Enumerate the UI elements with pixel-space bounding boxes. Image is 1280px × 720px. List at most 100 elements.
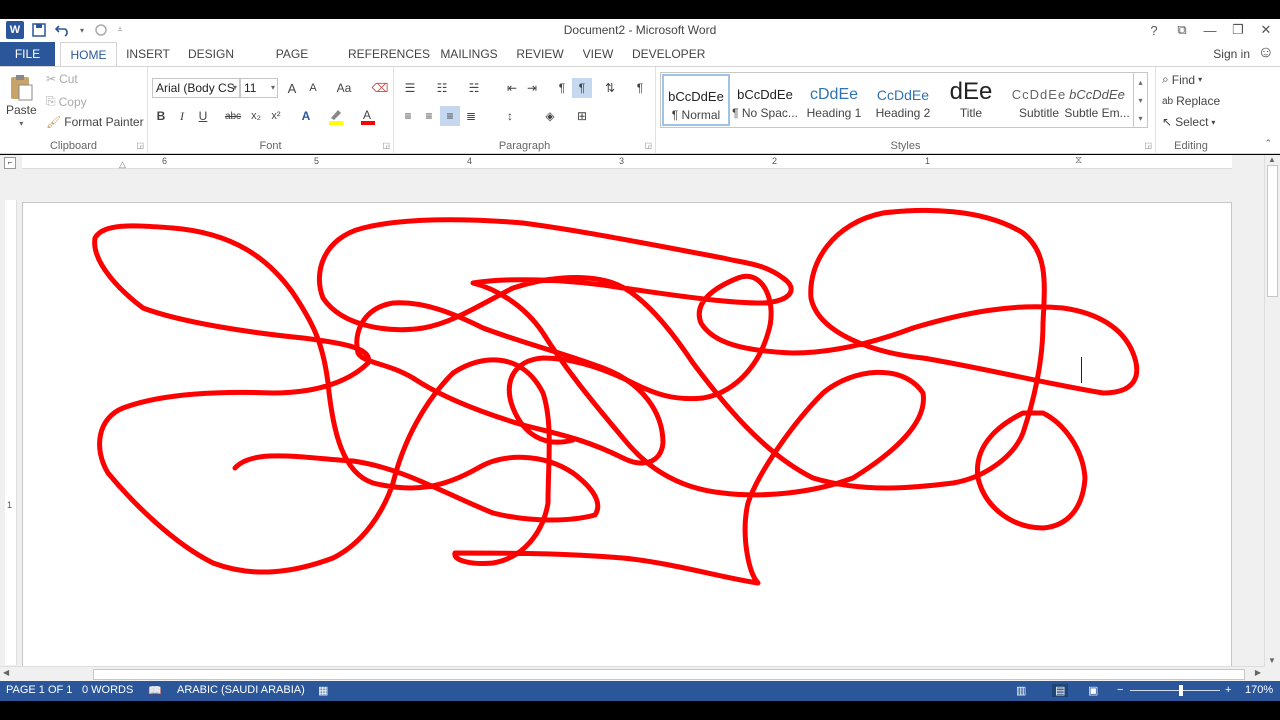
clipboard-launcher-icon[interactable]: ◲ — [136, 141, 144, 150]
decrease-indent-icon[interactable]: ⇤ — [502, 78, 522, 98]
copy-button[interactable]: ⎘ Copy — [46, 94, 87, 109]
scroll-down-icon[interactable]: ▼ — [1268, 656, 1276, 665]
help-icon[interactable]: ? — [1140, 19, 1168, 41]
bold-button[interactable]: B — [151, 106, 171, 126]
minimize-button[interactable]: — — [1196, 19, 1224, 41]
format-painter-button[interactable]: 🖌 Format Painter — [46, 115, 144, 129]
web-layout-icon[interactable]: ▣ — [1088, 684, 1098, 697]
align-left-icon[interactable]: ≡ — [398, 106, 418, 126]
style-heading-1[interactable]: cDdEe Heading 1 — [800, 74, 868, 126]
align-right-icon[interactable]: ≡ — [440, 106, 460, 126]
scroll-right-icon[interactable]: ▶ — [1255, 668, 1261, 677]
zoom-slider-thumb[interactable] — [1179, 685, 1183, 696]
sign-in-link[interactable]: Sign in — [1213, 47, 1250, 61]
style-subtle-emphasis[interactable]: bCcDdEe Subtle Em... — [1063, 74, 1131, 126]
styles-scroll[interactable]: ▴ ▾ ▾ — [1133, 73, 1147, 127]
right-indent-marker[interactable]: △ — [119, 159, 126, 170]
vertical-scrollbar[interactable]: ▲ ▼ — [1264, 155, 1280, 667]
style-no-spacing[interactable]: bCcDdEe ¶ No Spac... — [731, 74, 799, 126]
tab-insert[interactable]: INSERT — [125, 42, 171, 66]
chevron-down-icon: ▾ — [232, 83, 237, 92]
styles-launcher-icon[interactable]: ◲ — [1144, 141, 1152, 150]
replace-button[interactable]: ab Replace — [1162, 94, 1220, 108]
clear-formatting-icon[interactable]: ⌫ — [370, 78, 390, 98]
document-page[interactable] — [22, 202, 1232, 667]
font-color-icon[interactable]: A — [358, 106, 378, 126]
grow-font-button[interactable]: A — [282, 78, 302, 98]
tab-references[interactable]: REFERENCES — [348, 42, 430, 66]
strikethrough-button[interactable]: abc — [223, 106, 243, 126]
change-case-button[interactable]: Aa — [329, 78, 359, 98]
tab-developer[interactable]: DEVELOPER — [632, 42, 705, 66]
collapse-ribbon-icon[interactable]: ⌃ — [1264, 138, 1272, 149]
line-spacing-icon[interactable]: ↕ — [500, 106, 520, 126]
tab-view[interactable]: VIEW — [580, 42, 616, 66]
tab-design[interactable]: DESIGN — [186, 42, 236, 66]
shrink-font-button[interactable]: A — [303, 78, 323, 98]
style-heading-2[interactable]: CcDdEe Heading 2 — [869, 74, 937, 126]
underline-button[interactable]: U — [193, 106, 213, 126]
font-size-combo[interactable]: 11 ▾ — [240, 78, 278, 98]
ribbon-display-options-icon[interactable]: ⧉ — [1168, 19, 1196, 41]
right-to-left-icon[interactable]: ¶ — [572, 78, 592, 98]
vertical-ruler[interactable]: 1 — [5, 200, 17, 665]
text-effects-icon[interactable]: A — [296, 106, 316, 126]
scroll-up-icon[interactable]: ▲ — [1268, 155, 1276, 164]
zoom-out-button[interactable]: − — [1117, 684, 1123, 696]
scroll-up-icon[interactable]: ▴ — [1138, 78, 1142, 87]
borders-icon[interactable]: ⊞ — [572, 106, 592, 126]
multilevel-list-icon[interactable]: ☵ — [464, 78, 484, 98]
zoom-in-button[interactable]: + — [1225, 684, 1231, 696]
tab-page-layout[interactable]: PAGE LAYOUT — [252, 42, 332, 85]
find-button[interactable]: ⌕ Find ▾ — [1162, 72, 1202, 87]
justify-icon[interactable]: ≣ — [461, 106, 481, 126]
paste-button[interactable]: Paste ▾ — [6, 73, 37, 128]
paragraph-launcher-icon[interactable]: ◲ — [644, 141, 652, 150]
close-button[interactable]: ✕ — [1252, 19, 1280, 41]
zoom-level[interactable]: 170% — [1245, 684, 1273, 696]
zoom-slider-track[interactable] — [1130, 690, 1220, 691]
macro-recording-icon[interactable]: ▦ — [318, 684, 328, 697]
scroll-thumb[interactable] — [1267, 165, 1278, 297]
align-center-icon[interactable]: ≡ — [419, 106, 439, 126]
font-name-combo[interactable]: Arial (Body CS ▾ — [152, 78, 240, 98]
cut-button[interactable]: ✂ Cut — [46, 72, 78, 86]
proofing-icon[interactable]: 📖 — [148, 684, 162, 697]
tab-mailings[interactable]: MAILINGS — [438, 42, 500, 66]
increase-indent-icon[interactable]: ⇥ — [522, 78, 542, 98]
bullets-icon[interactable]: ☰ — [400, 78, 420, 98]
horizontal-scrollbar[interactable]: ◀ ▶ — [0, 666, 1264, 681]
word-count[interactable]: 0 WORDS — [82, 684, 133, 696]
tab-review[interactable]: REVIEW — [516, 42, 564, 66]
tab-home[interactable]: HOME — [60, 42, 117, 67]
italic-button[interactable]: I — [172, 106, 192, 126]
feedback-smiley-icon[interactable]: ☺ — [1258, 44, 1274, 62]
superscript-button[interactable]: x² — [266, 106, 286, 126]
shading-icon[interactable]: ◈ — [540, 106, 560, 126]
page-count[interactable]: PAGE 1 OF 1 — [6, 684, 72, 696]
style-title[interactable]: dEe Title — [937, 74, 1005, 126]
read-mode-icon[interactable]: ▥ — [1016, 684, 1026, 697]
show-formatting-marks-icon[interactable]: ¶ — [630, 78, 650, 98]
language-indicator[interactable]: ARABIC (SAUDI ARABIA) — [177, 684, 305, 696]
tab-file[interactable]: FILE — [0, 42, 55, 66]
more-styles-icon[interactable]: ▾ — [1138, 114, 1142, 123]
restore-button[interactable]: ❐ — [1224, 19, 1252, 41]
tab-selector-button[interactable]: ⌐ — [4, 157, 16, 169]
scroll-thumb[interactable] — [93, 669, 1245, 680]
sort-icon[interactable]: ⇅ — [600, 78, 620, 98]
print-layout-icon[interactable]: ▤ — [1052, 684, 1069, 697]
left-indent-marker[interactable]: ⧖ — [1075, 155, 1082, 166]
style-normal[interactable]: bCcDdEe ¶ Normal — [662, 74, 730, 126]
format-painter-label: Format Painter — [64, 115, 144, 129]
scroll-down-icon[interactable]: ▾ — [1138, 96, 1142, 105]
numbering-icon[interactable]: ☷ — [432, 78, 452, 98]
scroll-left-icon[interactable]: ◀ — [3, 668, 9, 677]
subscript-button[interactable]: x₂ — [246, 106, 266, 126]
font-launcher-icon[interactable]: ◲ — [382, 141, 390, 150]
highlight-color-icon[interactable] — [326, 106, 346, 126]
left-to-right-icon[interactable]: ¶ — [552, 78, 572, 98]
letterbox-top — [0, 0, 1280, 19]
horizontal-ruler[interactable]: 6 5 4 3 2 1 △ ⧖ — [22, 155, 1232, 169]
select-button[interactable]: ↖ Select ▾ — [1162, 115, 1215, 129]
